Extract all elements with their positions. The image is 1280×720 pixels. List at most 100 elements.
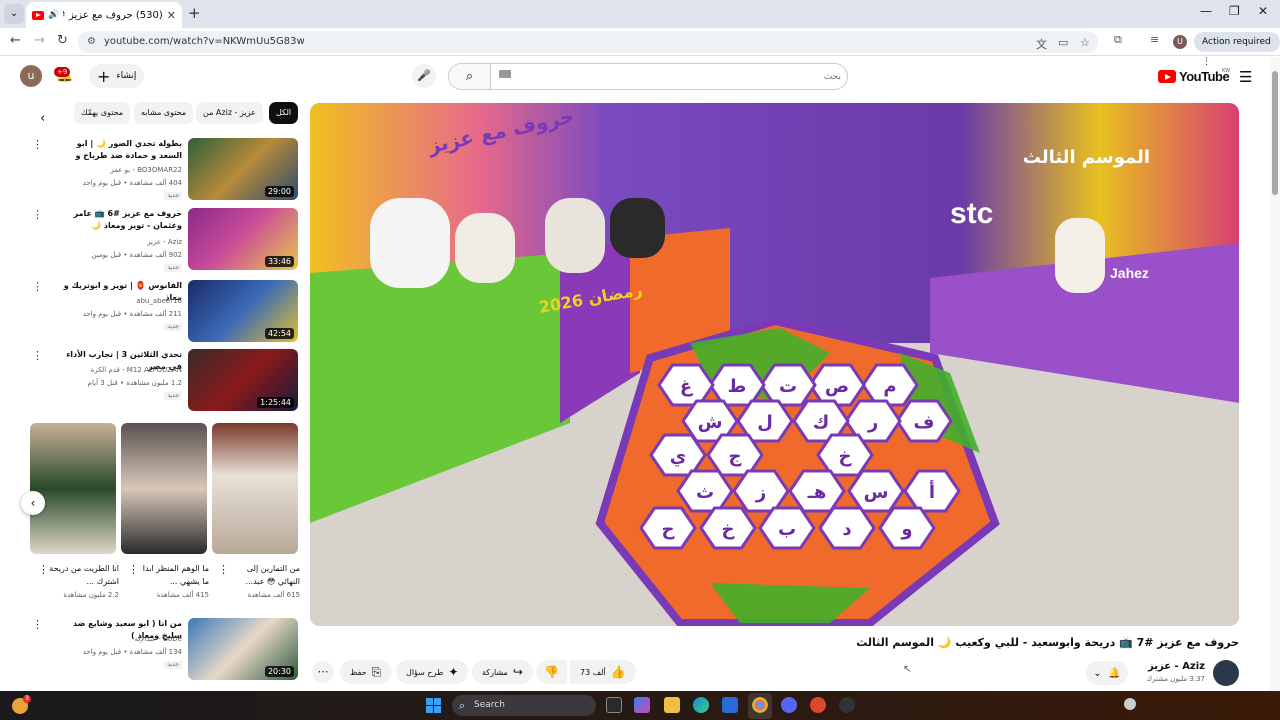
video-thumbnail[interactable]: 33:46 [188,208,298,270]
video-thumbnail[interactable]: 42:54 [188,280,298,342]
app-icon[interactable] [839,697,855,713]
video-thumbnail[interactable]: 29:00 [188,138,298,200]
related-video[interactable]: 42:54 ⋮ الفانوس 🏮 | تويز و ابوتريك و معا… [30,280,300,344]
site-info-icon[interactable]: ⚙ [87,36,96,47]
voice-search-mic-icon[interactable]: 🎤 [412,64,436,88]
channel-name-main[interactable]: Aziz - عزيز [1130,661,1205,672]
jahez-logo-text: Jahez [1110,265,1149,281]
related-video[interactable]: 29:00 ⋮ بطولة تحدي الصور 🌙 | ابو السعد و… [30,138,300,202]
browser-profile-avatar[interactable]: U [1173,35,1187,49]
save-button[interactable]: حفظ ⎘ [340,660,392,684]
short-title[interactable]: من التمارين إلى النهائي 😳 عبد... [230,562,300,588]
chip-all[interactable]: الكل [269,102,299,124]
cloud-icon[interactable] [1124,698,1136,710]
bookmark-star-icon[interactable]: ☆ [1080,36,1090,49]
scrollbar-thumb[interactable] [1272,71,1278,195]
action-required-button[interactable]: Action required ⋮ [1194,32,1280,67]
short-title[interactable]: ما الوهم المنظر ابدا ما يشهي ... [139,562,209,588]
store-icon[interactable] [722,697,738,713]
edge-icon[interactable] [693,697,709,713]
new-badge: جديد [164,264,182,272]
discord-icon[interactable] [781,697,797,713]
dislike-button[interactable]: 👎 [536,660,567,684]
hex-letter: ج [729,446,742,467]
more-actions-icon[interactable]: ⋯ [312,661,334,683]
person [1055,218,1105,293]
video-title[interactable]: حروف مع عزيز #6 📺 عامر وعثمان - تويز ومع… [62,208,182,232]
more-options-icon[interactable]: ⋮ [32,138,43,151]
browser-tab-active[interactable]: 🔊 (530) حروف مع عزيز #7 📺 ✕ [26,2,182,28]
shorts-scroll-left-icon[interactable]: ‹ [21,491,45,515]
page-scrollbar[interactable] [1270,57,1280,691]
file-explorer-icon[interactable] [664,697,680,713]
ask-button[interactable]: طرح سؤال ✦ [396,660,469,684]
channel-name[interactable]: Aziz - عزيز [62,237,182,248]
channel-name[interactable]: BoDe - عبدالإله [62,634,182,645]
person [370,198,450,288]
channel-name[interactable]: BO3OMAR22 - بو عمر [62,165,182,176]
app-icon[interactable] [810,697,826,713]
video-thumbnail[interactable]: 1:25:44 [188,349,298,411]
speaker-icon: 🔊 [48,10,60,20]
copilot-icon[interactable] [634,697,650,713]
related-video[interactable]: 1:25:44 ⋮ تحدي الثلاثين 3 | تجارب الأداء… [30,349,300,413]
chip-for-you[interactable]: محتوى يهمّك [74,102,131,124]
tab-search-chevron-icon[interactable]: ⌄ [4,4,24,24]
create-button[interactable]: + إنشاء [89,64,145,88]
short-thumbnail[interactable] [30,423,116,554]
windows-start-icon[interactable] [426,698,441,713]
short-thumbnail[interactable] [212,423,298,554]
like-button[interactable]: 73 ألف 👍 [570,660,636,684]
minimize-icon[interactable]: — [1200,4,1212,18]
back-arrow-icon[interactable]: ← [10,33,21,48]
translate-icon[interactable]: 文 [1036,36,1047,52]
extensions-icon[interactable]: ⧉ [1114,33,1122,47]
related-video[interactable]: 20:30 ⋮ من انا ( ابو سعيد وشايع ضد سليخ … [30,618,300,682]
chip-similar[interactable]: محتوى مشابه [134,102,194,124]
short-title[interactable]: انا الطريت من دريحة اشترك ... [49,562,119,588]
account-avatar[interactable]: u [20,65,42,87]
short-thumbnail[interactable] [121,423,207,554]
channel-name[interactable]: abu_abeer16 [62,296,182,307]
search-button[interactable]: ⌕ [449,64,491,89]
guide-menu-icon[interactable]: ☰ [1239,68,1252,86]
window-close-icon[interactable]: ✕ [1258,4,1268,18]
more-options-icon[interactable]: ⋮ [32,208,43,221]
video-thumbnail[interactable]: 20:30 [188,618,298,680]
more-options-icon[interactable]: ⋮ [32,349,43,362]
url-text[interactable]: youtube.com/watch?v=NKWmUu5G83w [104,36,305,47]
windows-taskbar: 3 Search [0,691,1280,720]
more-options-icon[interactable]: ⋮ [218,563,229,576]
reload-icon[interactable]: ↻ [57,33,68,48]
channel-name[interactable]: M12 ALFOUZAN - قدم الكرة [62,365,182,376]
video-player[interactable]: حروف مع عزيز الموسم الثالث رمضان 2026 st… [310,103,1239,626]
video-frame: حروف مع عزيز الموسم الثالث رمضان 2026 st… [310,103,1239,626]
search-input[interactable] [495,67,841,86]
more-options-icon[interactable]: ⋮ [32,280,43,293]
more-options-icon[interactable]: ⋮ [128,563,139,576]
forward-arrow-icon[interactable]: → [34,33,45,48]
reading-list-icon[interactable]: ≡ [1150,33,1159,46]
video-stats: 211 ألف مشاهدة • قبل يوم واحد [82,310,182,318]
more-options-icon[interactable]: ⋮ [38,563,49,576]
share-button[interactable]: مشاركة ↪ [472,660,533,684]
restore-icon[interactable]: ❐ [1229,4,1240,18]
chip-from-channel[interactable]: من Aziz - عزيز [196,102,263,124]
taskbar-search[interactable]: Search [452,695,596,716]
more-options-icon[interactable]: ⋮ [32,618,43,631]
bell-icon: 🔔 [1108,667,1121,679]
chevron-down-icon: ⌄ [1093,667,1102,679]
share-arrow-icon: ↪ [512,665,523,679]
hex-letter: م [883,376,896,397]
duration-badge: 29:00 [264,186,294,197]
address-bar[interactable]: ⚙ youtube.com/watch?v=NKWmUu5G83w 文 ▭ ☆ [78,31,1098,53]
tab-close-icon[interactable]: ✕ [167,9,176,22]
related-video[interactable]: 33:46 ⋮ حروف مع عزيز #6 📺 عامر وعثمان - … [30,208,300,272]
new-tab-plus-icon[interactable]: + [188,4,201,22]
channel-avatar[interactable] [1213,660,1239,686]
video-title[interactable]: بطولة تحدي الصور 🌙 | ابو السعد و حمادة ض… [62,138,183,162]
youtube-logo[interactable]: YouTube [1158,69,1230,84]
hex-letter: ر [867,412,878,433]
cast-icon[interactable]: ▭ [1058,36,1068,49]
task-view-icon[interactable] [606,697,622,713]
